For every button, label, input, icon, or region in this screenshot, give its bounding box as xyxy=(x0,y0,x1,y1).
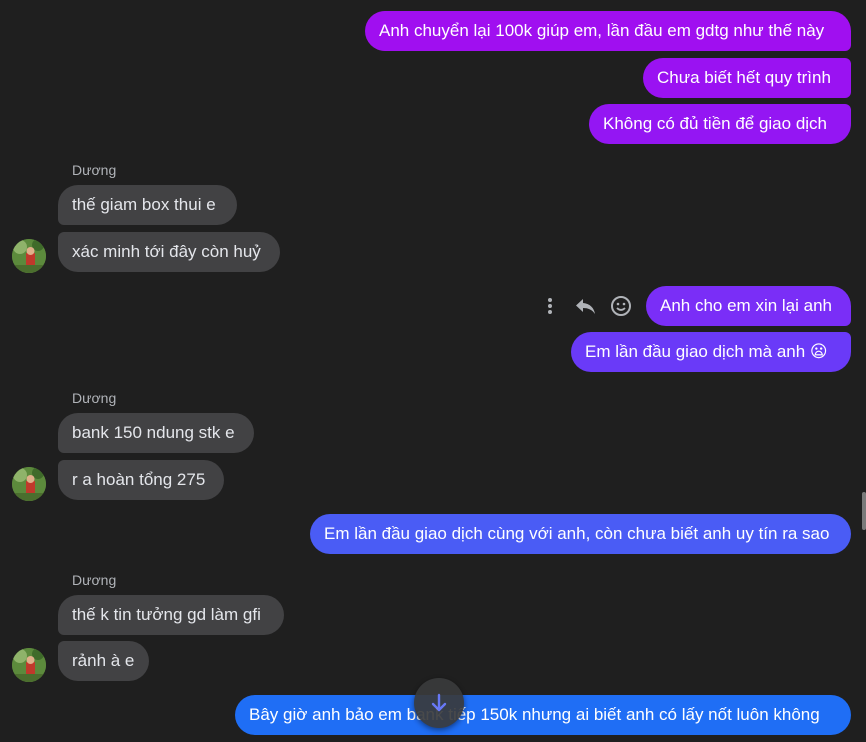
scrollbar-thumb[interactable] xyxy=(862,492,866,530)
avatar[interactable] xyxy=(12,648,46,682)
outgoing-message[interactable]: Bây giờ anh bảo em bank tiếp 150k nhưng … xyxy=(235,695,851,735)
reply-icon[interactable] xyxy=(573,294,597,318)
more-options-icon[interactable] xyxy=(538,294,562,318)
outgoing-message[interactable]: Chưa biết hết quy trình xyxy=(643,58,851,98)
scroll-to-bottom-button[interactable] xyxy=(414,678,464,728)
incoming-message[interactable]: xác minh tới đây còn huỷ xyxy=(58,232,280,272)
avatar[interactable] xyxy=(12,239,46,273)
sender-name: Dương xyxy=(72,162,117,178)
incoming-message[interactable]: rảnh à e xyxy=(58,641,149,681)
incoming-message[interactable]: r a hoàn tổng 275 xyxy=(58,460,224,500)
incoming-message[interactable]: thế k tin tưởng gd làm gfi xyxy=(58,595,284,635)
sender-name: Dương xyxy=(72,572,117,588)
react-emoji-icon[interactable] xyxy=(609,294,633,318)
outgoing-message[interactable]: Em lần đầu giao dịch mà anh 😦 xyxy=(571,332,851,372)
outgoing-message[interactable]: Em lần đầu giao dịch cùng với anh, còn c… xyxy=(310,514,851,554)
avatar-image xyxy=(12,239,46,273)
incoming-message[interactable]: bank 150 ndung stk e xyxy=(58,413,254,453)
incoming-message[interactable]: thế giam box thui e xyxy=(58,185,237,225)
avatar[interactable] xyxy=(12,467,46,501)
sender-name: Dương xyxy=(72,390,117,406)
outgoing-message[interactable]: Không có đủ tiền để giao dịch xyxy=(589,104,851,144)
avatar-image xyxy=(12,648,46,682)
avatar-image xyxy=(12,467,46,501)
outgoing-message[interactable]: Anh cho em xin lại anh xyxy=(646,286,851,326)
arrow-down-icon xyxy=(431,693,447,712)
outgoing-message[interactable]: Anh chuyển lại 100k giúp em, lần đầu em … xyxy=(365,11,851,51)
